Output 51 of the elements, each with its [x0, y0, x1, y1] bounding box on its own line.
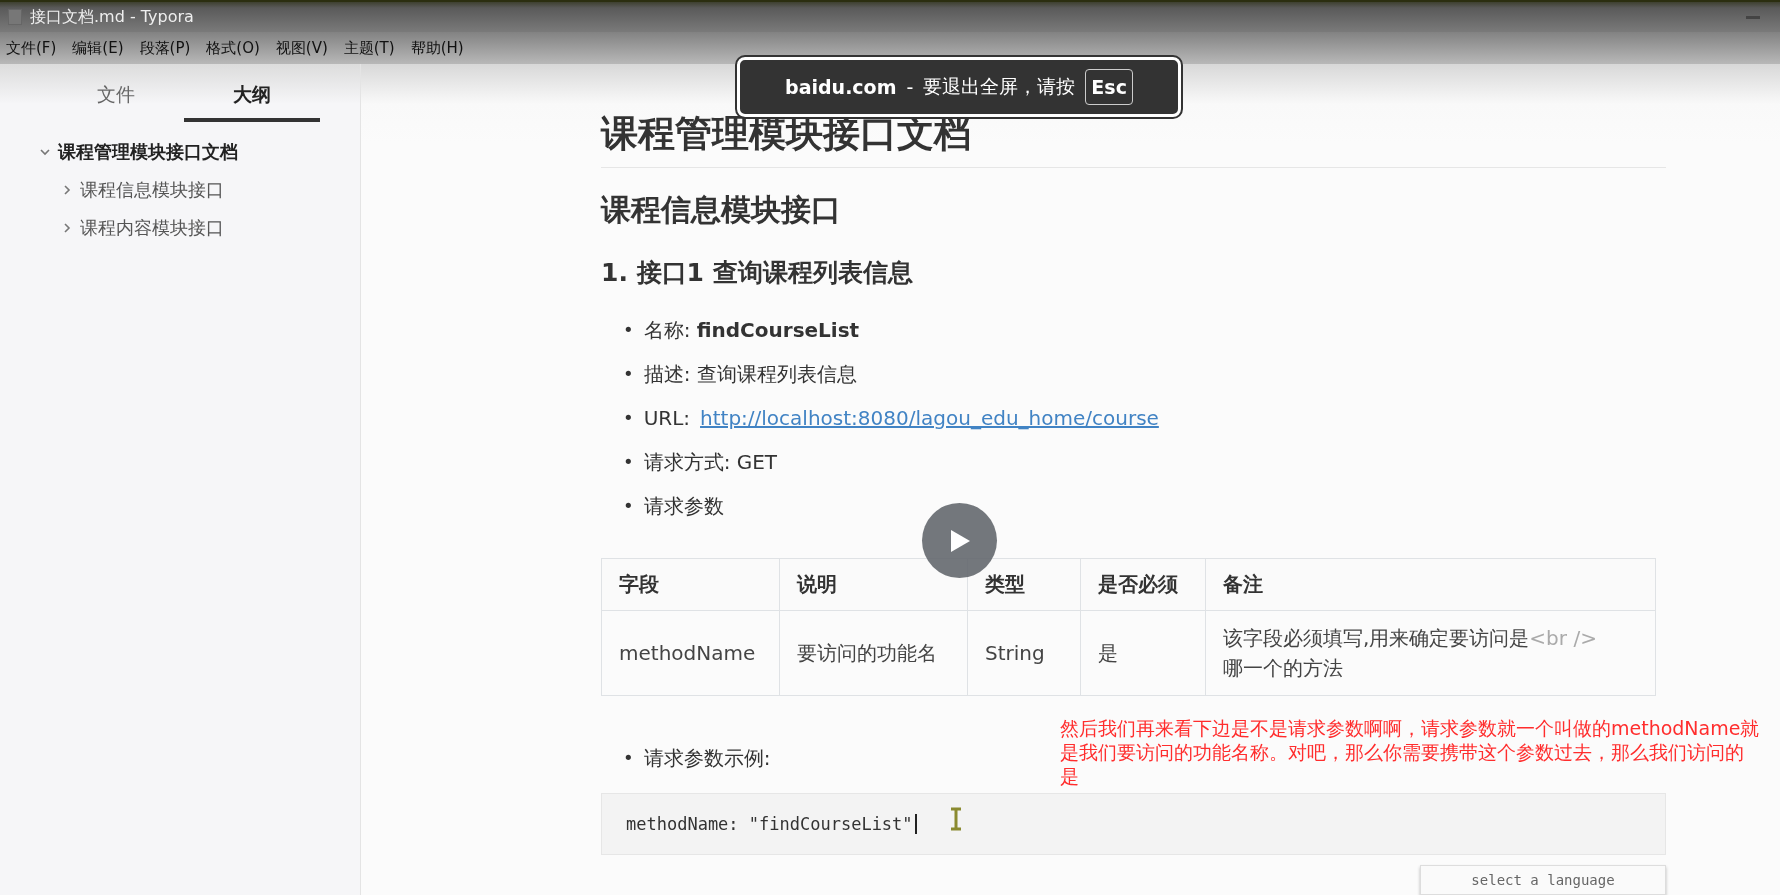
esc-key: Esc	[1085, 69, 1133, 105]
bullet-marker: •	[623, 406, 634, 430]
code-block[interactable]: methodName: "findCourseList"	[601, 793, 1666, 855]
bullet-marker: •	[623, 318, 634, 342]
window-title: 接口文档.md - Typora	[30, 6, 194, 28]
subtitle-text: 然后我们再来看下边是不是请求参数啊啊，请求参数就一个叫做的methodName就是我们要访问的功能名称。对吧，那么你需要携带这个参数过去，那么我们访问的是	[1060, 716, 1760, 788]
list-item-text: 描述: 查询课程列表信息	[643, 361, 857, 387]
sidebar-tab[interactable]: 大纲	[184, 76, 320, 122]
table-cell: 要访问的功能名	[779, 610, 968, 696]
column-header: 是否必须	[1080, 558, 1206, 611]
menu-item[interactable]: 视图(V)	[275, 38, 328, 58]
item-label: URL:	[643, 405, 691, 431]
list-item-text: 名称: findCourseList	[643, 317, 860, 343]
list-item-text: 请求参数示例:	[643, 745, 771, 771]
language-field[interactable]: select a language	[1420, 865, 1666, 895]
list-item-text: 请求参数	[643, 493, 724, 519]
outline-item[interactable]: 课程信息模块接口	[80, 178, 224, 202]
subsection-heading: 1. 接口1 查询课程列表信息	[601, 257, 914, 289]
outline-item[interactable]: 课程管理模块接口文档	[58, 140, 238, 164]
bullet-marker: •	[623, 362, 634, 386]
menu-item[interactable]: 格式(O)	[206, 38, 260, 58]
chevron-right-icon[interactable]	[62, 185, 72, 195]
outline-item[interactable]: 课程内容模块接口	[80, 216, 224, 240]
table-cell: String	[967, 610, 1081, 696]
table-cell: 是	[1080, 610, 1206, 696]
section-heading: 课程信息模块接口	[601, 191, 842, 229]
bullet-marker: •	[623, 746, 634, 770]
bullet-marker: •	[623, 450, 634, 474]
table-cell: 该字段必须填写,用来确定要访问是<br /> 哪一个的方法	[1205, 610, 1656, 696]
chevron-down-icon[interactable]	[40, 147, 50, 157]
play-icon	[948, 528, 971, 553]
column-header: 类型	[967, 558, 1081, 611]
url-link[interactable]: http://localhost:8080/lagou_edu_home/course	[700, 405, 1159, 431]
site-name: baidu.com	[785, 76, 897, 98]
table-cell: methodName	[601, 610, 780, 696]
menu-item[interactable]: 文件(F)	[6, 38, 57, 58]
list-item-text: 请求方式: GET	[643, 449, 778, 475]
notice-text: 要退出全屏，请按	[923, 74, 1076, 99]
menu-item[interactable]: 段落(P)	[139, 38, 191, 58]
column-header: 说明	[779, 558, 968, 611]
column-header: 备注	[1205, 558, 1656, 611]
chevron-right-icon[interactable]	[62, 223, 72, 233]
column-header: 字段	[601, 558, 780, 611]
app-icon	[8, 9, 22, 25]
separator-text: -	[906, 76, 914, 98]
bullet-marker: •	[623, 494, 634, 518]
sidebar-tab[interactable]: 文件	[48, 76, 184, 122]
menu-item[interactable]: 主题(T)	[343, 38, 395, 58]
menu-item[interactable]: 编辑(E)	[72, 38, 124, 58]
text-cursor-icon	[948, 807, 963, 831]
menu-item[interactable]: 帮助(H)	[410, 38, 464, 58]
